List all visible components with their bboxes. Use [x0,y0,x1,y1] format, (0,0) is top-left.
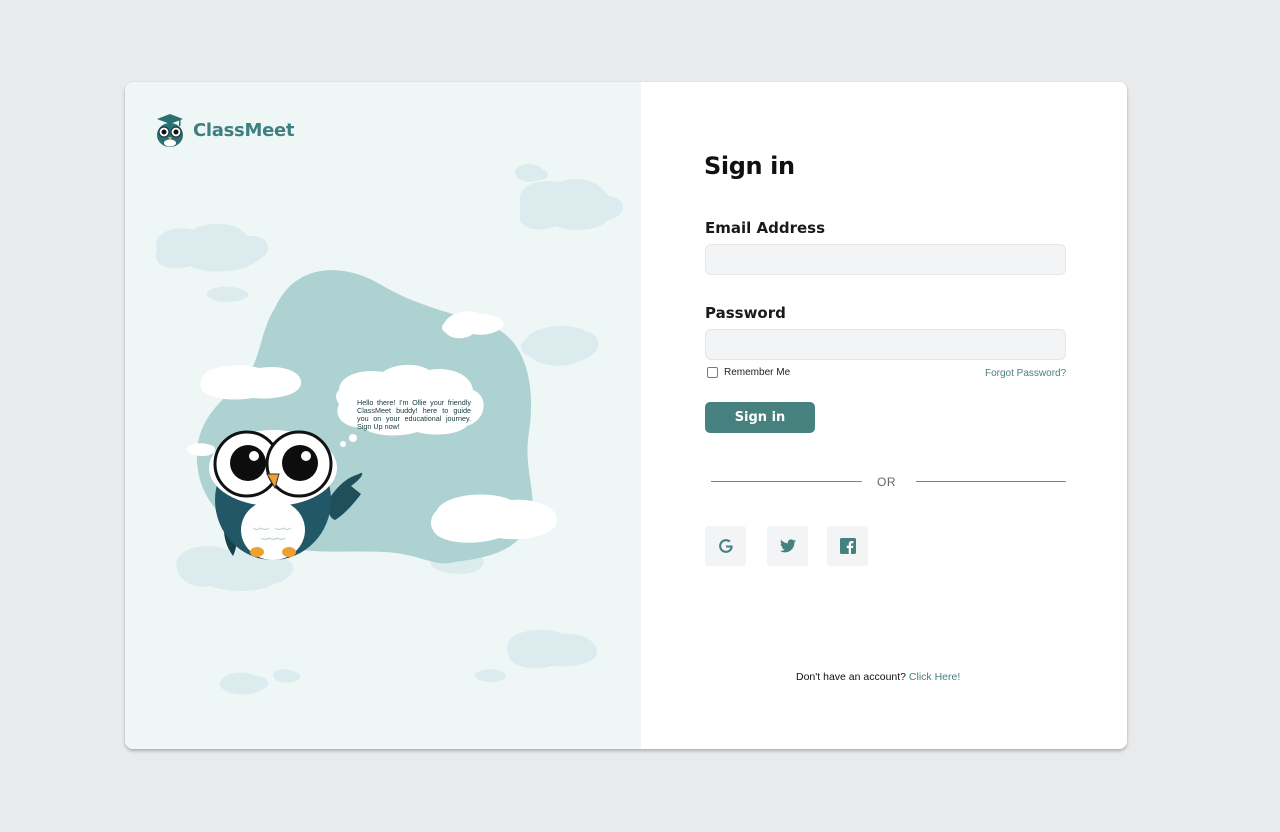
divider-line-left [711,481,862,482]
signup-link[interactable]: Click Here! [909,671,960,683]
forgot-password-link[interactable]: Forgot Password? [985,368,1066,379]
signin-card: ClassMeet Hello there! I'm Ollie your fr… [125,82,1127,749]
remember-me-label: Remember Me [724,367,791,378]
signup-prompt: Don't have an account? Click Here! [796,671,960,683]
owl-logo-icon [157,114,183,147]
twitter-signin-button[interactable] [767,526,808,566]
twitter-icon [779,539,796,553]
remember-me-checkbox[interactable] [707,367,718,378]
password-label: Password [705,304,786,322]
google-icon [718,539,733,553]
page-title: Sign in [704,152,795,180]
remember-me[interactable]: Remember Me [707,367,790,378]
mascot-speech-text: Hello there! I'm Ollie your friendly Cla… [357,398,471,431]
divider-line-right [916,481,1066,482]
email-label: Email Address [705,219,826,237]
password-field[interactable] [705,329,1066,360]
or-divider-label: OR [877,475,896,489]
facebook-signin-button[interactable] [827,526,868,566]
signup-prompt-text: Don't have an account? [796,671,906,683]
brand-name: ClassMeet [193,119,295,141]
brand-logo[interactable]: ClassMeet [153,112,294,148]
facebook-icon [839,538,856,554]
illustration-panel: ClassMeet Hello there! I'm Ollie your fr… [125,82,641,749]
signin-form-panel: Sign in Email Address Password Remember … [641,82,1127,749]
email-field[interactable] [705,244,1066,275]
sign-in-button[interactable]: Sign in [705,402,815,433]
google-signin-button[interactable] [705,526,746,566]
